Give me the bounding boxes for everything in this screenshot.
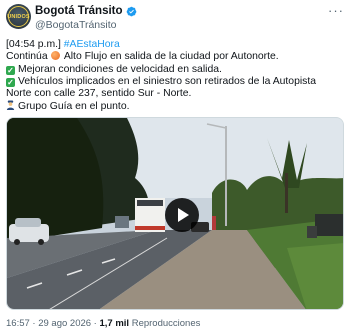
tweet-line-2: ✓ Mejoran condiciones de velocidad en sal… xyxy=(6,64,344,76)
avatar-logo-text: UNIDOS xyxy=(7,14,30,20)
tweet-line-4: Grupo Guía en el punto. xyxy=(6,100,344,113)
tweet-line-1: [04:54 p.m.] #AEstaHora Continúa Alto Fl… xyxy=(6,39,344,64)
view-count: 1,7 mil xyxy=(99,318,130,329)
tweet-text: [04:54 p.m.] #AEstaHora Continúa Alto Fl… xyxy=(6,39,344,114)
more-options-icon[interactable]: ··· xyxy=(328,3,344,18)
tweet-time: [04:54 p.m.] xyxy=(6,39,61,50)
tweet-footer: 16:57 · 29 ago 2026 · 1,7 mil Reproducci… xyxy=(6,318,200,329)
line4-text: Grupo Guía en el punto. xyxy=(18,101,130,113)
police-officer-icon xyxy=(6,100,15,111)
line1-prefix: Continúa xyxy=(6,51,48,63)
display-name[interactable]: Bogotá Tránsito xyxy=(35,5,123,17)
views-label: Reproducciones xyxy=(129,318,201,329)
line1-suffix: Alto Flujo en salida de la ciudad por Au… xyxy=(63,51,279,63)
play-button[interactable] xyxy=(165,198,199,232)
hashtag-link[interactable]: #AEstaHora xyxy=(64,39,120,50)
check-mark-icon: ✓ xyxy=(6,65,15,75)
author-name-row[interactable]: Bogotá Tránsito xyxy=(35,5,137,17)
avatar[interactable]: UNIDOS xyxy=(6,4,31,29)
line3-text: Vehículos implicados en el siniestro son… xyxy=(6,75,317,100)
video-player[interactable] xyxy=(6,117,344,310)
tweet-line-3: ✓ Vehículos implicados en el siniestro so… xyxy=(6,76,344,101)
verified-badge-icon xyxy=(126,6,136,16)
orange-circle-icon xyxy=(51,51,61,61)
author-handle[interactable]: @BogotaTránsito xyxy=(35,19,116,31)
line2-text: Mejoran condiciones de velocidad en sali… xyxy=(18,63,222,75)
check-mark-icon-2: ✓ xyxy=(6,77,15,87)
tweet-timestamp[interactable]: 16:57 · 29 ago 2026 · xyxy=(6,318,100,329)
